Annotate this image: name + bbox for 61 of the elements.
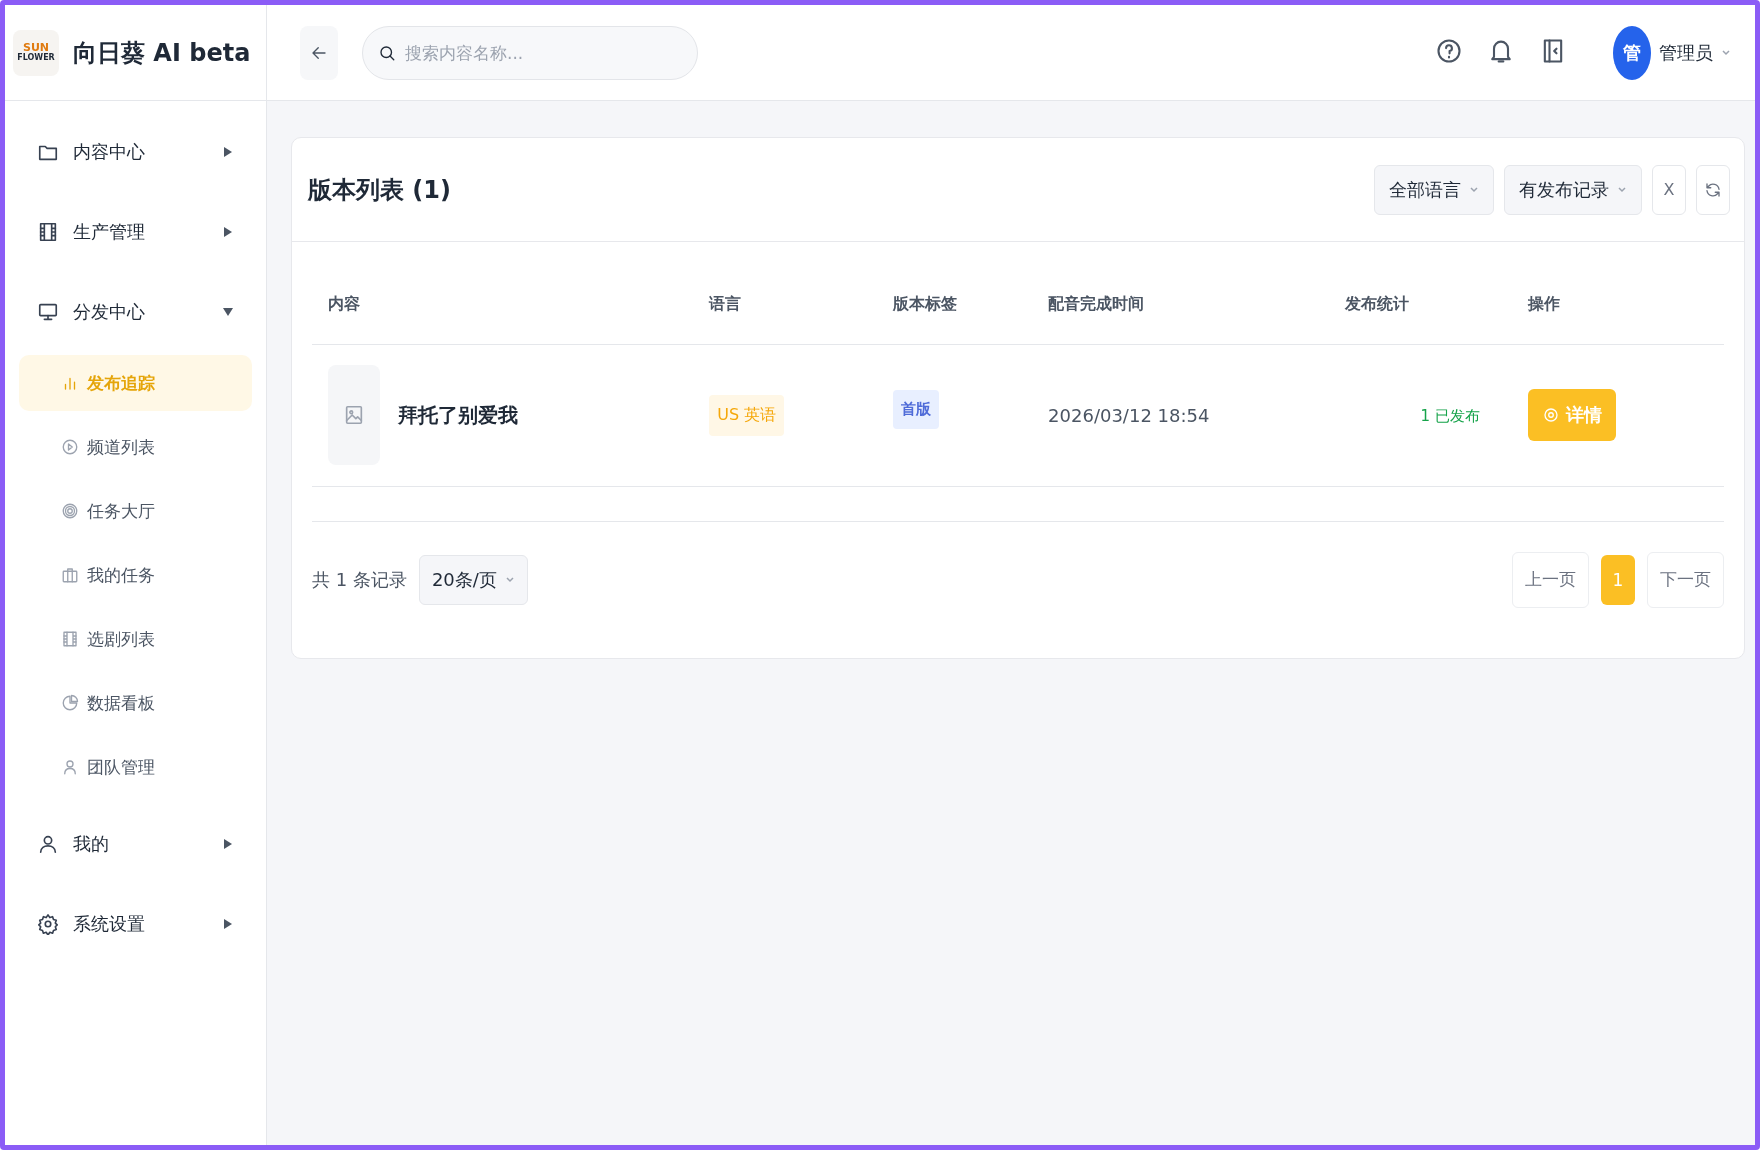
- version-tag: 首版: [892, 389, 939, 429]
- caret-icon: [1617, 185, 1627, 194]
- logo-text: FLOWER: [17, 53, 55, 63]
- play-circle-icon: [61, 438, 79, 456]
- content-title: 拜托了别爱我: [398, 401, 518, 429]
- refresh-icon: [1704, 180, 1722, 199]
- column-header: 内容: [328, 294, 360, 314]
- prev-page-button[interactable]: 上一页: [1512, 551, 1589, 608]
- avatar[interactable]: 管: [1613, 25, 1651, 80]
- expanded-triangle-icon: [222, 306, 234, 318]
- monitor-icon: [37, 301, 59, 323]
- sidebar-subitem[interactable]: 我的任务: [19, 547, 252, 603]
- caret-icon: [1721, 48, 1731, 57]
- image-icon: [343, 404, 365, 426]
- film-icon: [37, 221, 59, 243]
- sidebar-item[interactable]: 我的: [19, 813, 252, 875]
- film-icon: [61, 630, 79, 648]
- sidebar-item[interactable]: 系统设置: [19, 893, 252, 955]
- refresh-button[interactable]: [1696, 164, 1730, 215]
- user-icon: [61, 758, 79, 776]
- column-header: 配音完成时间: [1048, 294, 1145, 314]
- column-header: 发布统计: [1344, 294, 1409, 314]
- pie-chart-icon: [61, 694, 79, 712]
- collapsed-triangle-icon: [222, 838, 234, 850]
- caret-icon: [1469, 185, 1479, 194]
- sidebar-subitem[interactable]: 数据看板: [19, 675, 252, 731]
- filter-dropdown[interactable]: 全部语言: [1374, 164, 1494, 215]
- table-cell: 2026/03/12 18:54: [1048, 404, 1210, 426]
- search-icon: [378, 43, 396, 62]
- search-field[interactable]: 搜索内容名称...: [362, 25, 698, 80]
- collapsed-triangle-icon: [222, 226, 234, 238]
- sidebar-item[interactable]: 生产管理: [19, 201, 252, 263]
- user-icon: [37, 833, 59, 855]
- record-count: 共 1 条记录: [312, 567, 407, 592]
- column-header: 操作: [1528, 294, 1561, 314]
- card-title: 版本列表 (1): [308, 174, 452, 206]
- user-name[interactable]: 管理员: [1659, 40, 1713, 65]
- clear-button[interactable]: X: [1652, 164, 1686, 215]
- column-header: 版本标签: [892, 294, 957, 314]
- publish-count: 1 已发布: [1419, 407, 1480, 425]
- settings-icon: [37, 913, 59, 935]
- collapsed-triangle-icon: [222, 918, 234, 930]
- collapsed-triangle-icon: [222, 146, 234, 158]
- briefcase-icon: [61, 566, 79, 584]
- help-icon: [1435, 36, 1463, 65]
- target-icon: [1542, 406, 1561, 424]
- filter-dropdown[interactable]: 有发布记录: [1504, 164, 1642, 215]
- sidebar-subitem[interactable]: 任务大厅: [19, 483, 252, 539]
- target-icon: [61, 502, 79, 520]
- sidebar-subitem[interactable]: 选剧列表: [19, 611, 252, 667]
- next-page-button[interactable]: 下一页: [1647, 551, 1724, 608]
- caret-icon: [504, 575, 515, 584]
- sidebar-subitem[interactable]: 团队管理: [19, 739, 252, 795]
- sidebar-item[interactable]: 分发中心: [19, 281, 252, 343]
- sidebar-item[interactable]: 内容中心: [19, 121, 252, 183]
- sidebar-subitem[interactable]: 频道列表: [19, 419, 252, 475]
- column-header: 语言: [709, 294, 742, 314]
- logo-text: SUN: [22, 42, 50, 54]
- app-title: 向日葵 AI beta: [73, 37, 251, 69]
- language-tag: US 英语: [709, 394, 785, 436]
- page-size-dropdown[interactable]: 20条/页: [418, 554, 528, 605]
